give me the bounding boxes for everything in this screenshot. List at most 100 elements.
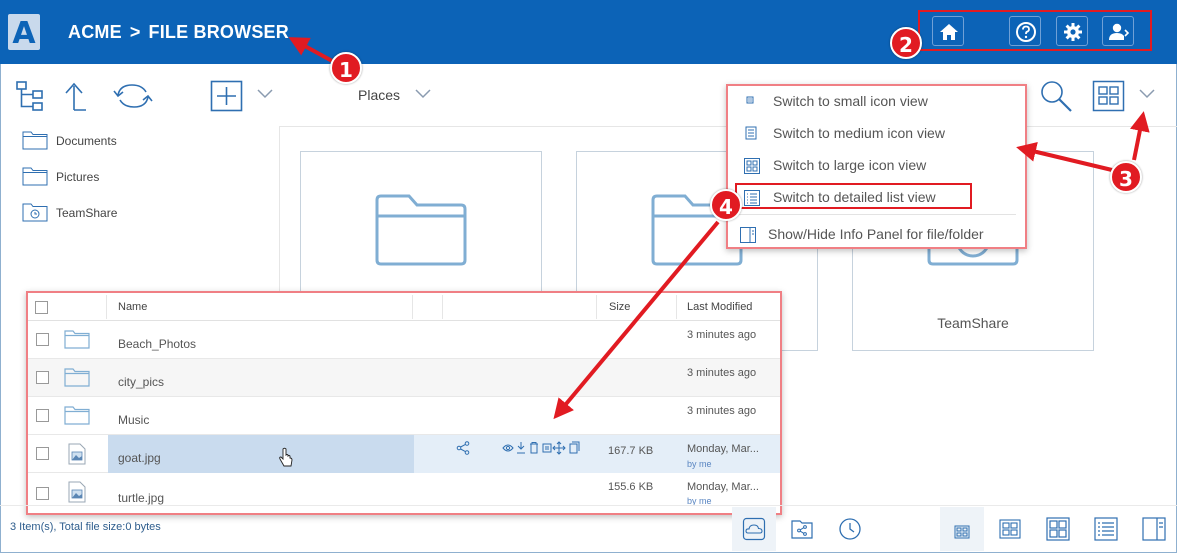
file-size: 167.7 KB [608, 445, 654, 457]
app-logo[interactable]: A [8, 14, 40, 51]
tree-icon[interactable] [15, 80, 47, 112]
mouse-pointer-icon [279, 447, 293, 467]
shared-icon [791, 520, 813, 539]
large-view-icon [1046, 517, 1070, 541]
copy-icon [569, 441, 580, 454]
medium-view-icon [999, 519, 1021, 539]
page-title: FILE BROWSER [148, 22, 289, 42]
menu-item-info-panel[interactable]: Show/Hide Info Panel for file/folder [728, 219, 1025, 249]
row-checkbox[interactable] [36, 371, 49, 384]
annotation-badge-3: 3 [1110, 161, 1142, 193]
info-panel-icon [740, 227, 756, 243]
recent-icon [839, 518, 861, 540]
folder-icon [64, 368, 90, 387]
download-icon [517, 442, 525, 454]
file-name[interactable]: Music [118, 413, 149, 427]
file-size: 155.6 KB [608, 481, 654, 493]
folder-icon [64, 330, 90, 349]
list-view-button[interactable] [1084, 507, 1128, 551]
menu-divider [736, 214, 1016, 215]
sidebar-item-label: Pictures [56, 170, 100, 184]
rename-icon [542, 443, 552, 453]
recent-button[interactable] [828, 507, 872, 551]
row-checkbox[interactable] [36, 447, 49, 460]
last-modified: 3 minutes ago [687, 367, 757, 379]
sidebar-item-label: Documents [56, 134, 117, 148]
delete-icon [530, 442, 538, 454]
folder-icon [375, 194, 467, 266]
move-icon [552, 441, 566, 455]
table-row[interactable]: Music 3 minutes ago [28, 397, 780, 435]
table-row[interactable]: goat.jpg 167.7 KB Monday, Mar... by me [28, 435, 780, 473]
row-checkbox[interactable] [36, 333, 49, 346]
folder-icon [22, 131, 48, 150]
table-row[interactable]: city_pics 3 minutes ago [28, 359, 780, 397]
image-file-icon [68, 481, 86, 503]
menu-item-label: Switch to small icon view [773, 93, 928, 109]
refresh-icon[interactable] [112, 80, 154, 112]
modified-by: by me [687, 459, 712, 469]
brand-name[interactable]: ACME [68, 22, 122, 42]
view-options-menu: Switch to small icon view Switch to medi… [726, 84, 1027, 249]
last-modified: 3 minutes ago [687, 329, 757, 341]
tile-label: TeamShare [937, 315, 1009, 331]
medium-view-button[interactable] [988, 507, 1032, 551]
annotation-box-detailed-list [735, 183, 972, 209]
status-text: 3 Item(s), Total file size:0 bytes [10, 521, 161, 533]
panel-icon [1142, 517, 1166, 541]
small-view-button[interactable] [940, 507, 984, 551]
annotation-badge-1: 1 [330, 52, 362, 84]
folder-icon [22, 167, 48, 186]
view-icon [502, 444, 514, 452]
share-icon[interactable] [456, 441, 470, 455]
view-menu-chevron-down-icon[interactable] [1138, 88, 1156, 100]
image-file-icon [68, 443, 86, 465]
add-icon[interactable] [210, 80, 244, 112]
row-actions [502, 441, 580, 455]
places-chevron-down-icon[interactable] [414, 88, 432, 100]
small-icon-view-icon [746, 96, 754, 104]
annotation-box-header-buttons [918, 10, 1152, 51]
column-last-modified[interactable]: Last Modified [687, 301, 752, 313]
select-all-checkbox[interactable] [35, 301, 48, 314]
file-name[interactable]: Beach_Photos [118, 337, 196, 351]
last-modified: Monday, Mar... [687, 443, 759, 455]
list-view-icon [1094, 517, 1118, 541]
teamshare-folder-icon [22, 203, 48, 222]
breadcrumb-separator: > [129, 22, 141, 42]
breadcrumb: ACME > FILE BROWSER [68, 22, 289, 43]
cloud-icon [742, 517, 766, 541]
grid-view-icon[interactable] [1092, 80, 1126, 112]
large-view-button[interactable] [1036, 507, 1080, 551]
up-arrow-icon[interactable] [62, 80, 90, 112]
annotation-badge-2: 2 [890, 27, 922, 59]
file-name[interactable]: turtle.jpg [118, 491, 164, 505]
menu-item-large-icon-view[interactable]: Switch to large icon view [728, 150, 1025, 180]
last-modified: 3 minutes ago [687, 405, 757, 417]
annotation-badge-4: 4 [710, 189, 742, 221]
file-name[interactable]: goat.jpg [118, 451, 161, 465]
add-menu-chevron-down-icon[interactable] [256, 88, 274, 100]
row-checkbox[interactable] [36, 409, 49, 422]
table-row[interactable]: Beach_Photos 3 minutes ago [28, 321, 780, 359]
small-view-icon [954, 525, 970, 539]
search-icon[interactable] [1038, 78, 1074, 114]
shared-button[interactable] [780, 507, 824, 551]
last-modified: Monday, Mar... [687, 481, 759, 493]
column-name[interactable]: Name [118, 301, 147, 313]
medium-icon-view-icon [745, 126, 757, 140]
cloud-button[interactable] [732, 507, 776, 551]
column-size[interactable]: Size [609, 301, 630, 313]
panel-button[interactable] [1132, 507, 1176, 551]
menu-item-label: Switch to large icon view [773, 157, 927, 173]
places-dropdown[interactable]: Places [358, 87, 400, 103]
menu-item-medium-icon-view[interactable]: Switch to medium icon view [728, 118, 1025, 148]
menu-item-small-icon-view[interactable]: Switch to small icon view [728, 86, 1025, 116]
large-icon-view-icon [744, 158, 760, 174]
file-name[interactable]: city_pics [118, 375, 164, 389]
sidebar-item-label: TeamShare [56, 206, 118, 220]
row-checkbox[interactable] [36, 487, 49, 500]
footer-divider [0, 505, 1177, 506]
folder-icon [64, 406, 90, 425]
menu-item-label: Switch to medium icon view [773, 125, 945, 141]
